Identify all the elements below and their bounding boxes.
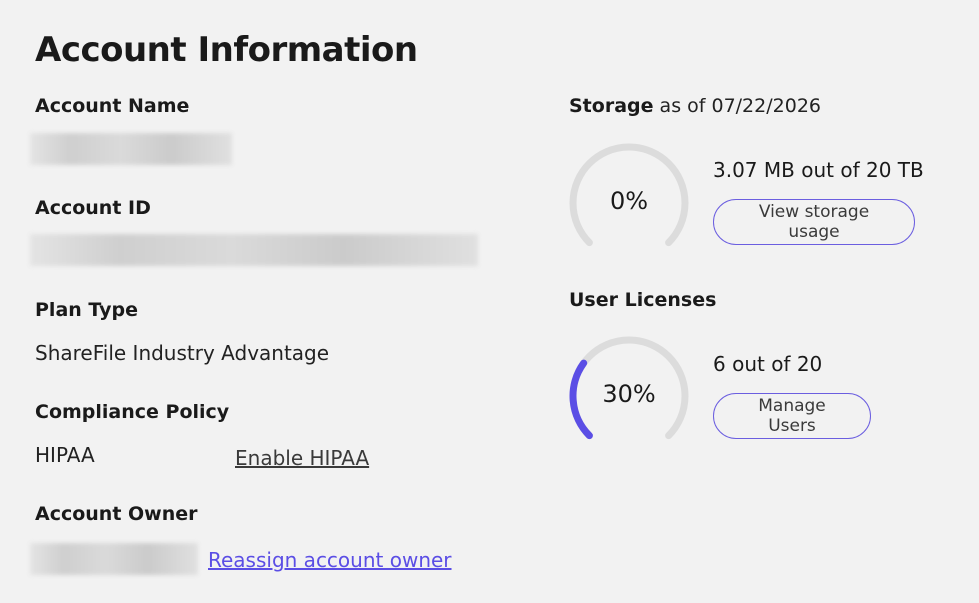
storage-as-of: as of 07/22/2026: [659, 95, 821, 117]
enable-hipaa-link[interactable]: Enable HIPAA: [235, 446, 369, 470]
view-storage-usage-button[interactable]: View storage usage: [713, 199, 915, 245]
plan-type-label: Plan Type: [35, 299, 138, 321]
compliance-policy-value: HIPAA: [35, 443, 95, 467]
storage-label: Storage: [569, 95, 654, 117]
account-owner-label: Account Owner: [35, 503, 198, 525]
manage-users-button[interactable]: Manage Users: [713, 393, 871, 439]
plan-type-value: ShareFile Industry Advantage: [35, 341, 330, 365]
user-licenses-label: User Licenses: [569, 289, 717, 311]
account-name-redacted: [30, 133, 232, 165]
storage-heading: Storage as of 07/22/2026: [569, 95, 821, 117]
account-owner-redacted: [30, 543, 198, 575]
user-licenses-heading: User Licenses: [569, 289, 716, 311]
reassign-account-owner-link[interactable]: Reassign account owner: [208, 548, 452, 572]
user-licenses-usage-text: 6 out of 20: [713, 352, 823, 376]
account-id-redacted: [30, 234, 478, 266]
user-licenses-percent: 30%: [602, 380, 656, 408]
account-id-label: Account ID: [35, 197, 151, 219]
account-name-label: Account Name: [35, 95, 190, 117]
compliance-policy-label: Compliance Policy: [35, 401, 230, 423]
storage-usage-text: 3.07 MB out of 20 TB: [713, 158, 924, 182]
storage-percent: 0%: [609, 187, 649, 215]
page-title: Account Information: [35, 30, 418, 70]
